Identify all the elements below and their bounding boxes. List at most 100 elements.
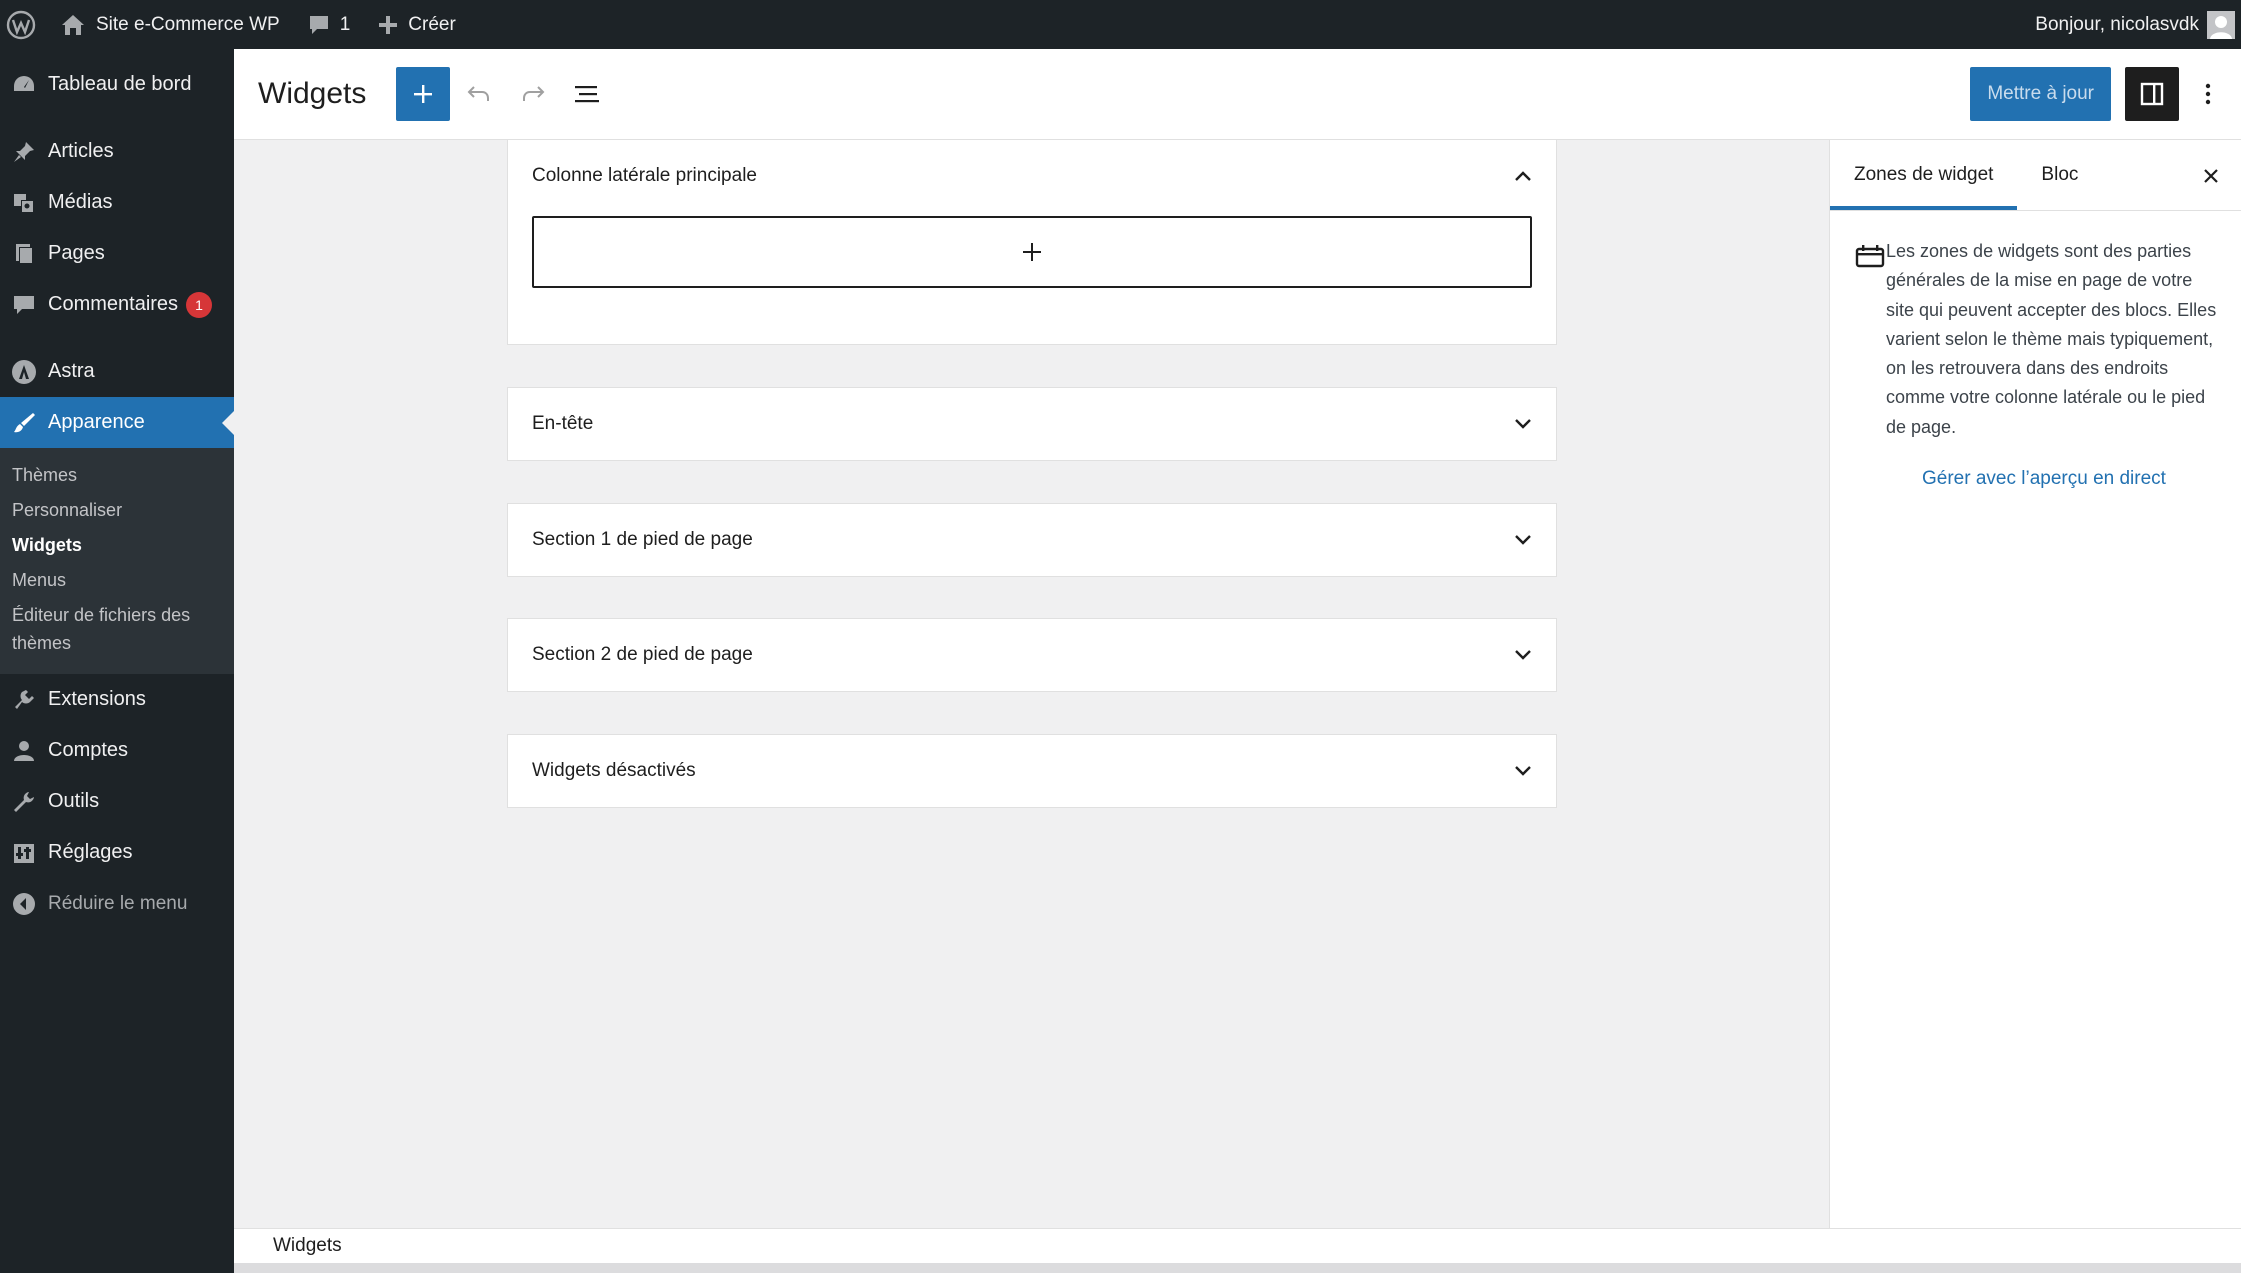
undo-icon (466, 83, 492, 105)
manage-live-preview-link[interactable]: Gérer avec l’aperçu en direct (1922, 468, 2241, 490)
widget-area-header[interactable]: Colonne latérale principale (508, 140, 1556, 212)
sidebar-panel-icon (2139, 81, 2165, 107)
wordpress-logo-icon[interactable] (0, 0, 46, 49)
editor-footer: Widgets (234, 1228, 2241, 1263)
widget-area-footer-2[interactable]: Section 2 de pied de page (507, 618, 1557, 692)
close-sidebar-button[interactable] (2191, 140, 2231, 211)
redo-icon (520, 83, 546, 105)
widget-area-title: Section 1 de pied de page (532, 529, 753, 550)
comments-badge: 1 (186, 291, 213, 318)
plus-icon (1021, 241, 1043, 263)
plus-icon (378, 15, 398, 35)
tab-widget-areas[interactable]: Zones de widget (1830, 140, 2017, 210)
admin-bar: Site e-Commerce WP 1 Créer Bonjour, nico… (0, 0, 2241, 49)
widget-area-icon (1854, 237, 1886, 442)
sidebar-item-label: Astra (48, 360, 95, 382)
sidebar-item-commentaires[interactable]: Commentaires 1 (0, 279, 234, 330)
more-options-button[interactable] (2193, 67, 2223, 121)
chevron-down-icon[interactable] (1514, 534, 1532, 546)
sidebar-item-label: Médias (48, 191, 113, 213)
redo-button[interactable] (506, 67, 560, 121)
site-name-link[interactable]: Site e-Commerce WP (46, 0, 294, 49)
site-name: Site e-Commerce WP (96, 13, 280, 35)
widget-area-header[interactable]: Section 2 de pied de page (508, 619, 1556, 691)
comments-link[interactable]: 1 (294, 0, 365, 49)
page-title: Widgets (258, 77, 367, 110)
submenu-item-menus[interactable]: Menus (0, 566, 234, 594)
wrench-icon (0, 790, 48, 814)
settings-toggle-button[interactable] (2125, 67, 2179, 121)
avatar (2207, 10, 2235, 39)
comment-icon (308, 14, 330, 36)
widget-areas-description: Les zones de widgets sont des parties gé… (1886, 241, 2217, 437)
appearance-submenu: Thèmes Personnaliser Widgets Menus Édite… (0, 448, 234, 674)
block-appender-button[interactable] (532, 216, 1532, 288)
widget-area-inactive[interactable]: Widgets désactivés (507, 734, 1557, 808)
list-view-button[interactable] (560, 67, 614, 121)
widget-area-colonne-laterale: Colonne latérale principale (507, 140, 1557, 345)
sidebar-item-astra[interactable]: Astra (0, 346, 234, 397)
chevron-up-icon[interactable] (1514, 170, 1532, 182)
brush-icon (0, 411, 48, 435)
submenu-item-widgets[interactable]: Widgets (0, 531, 234, 559)
chevron-down-icon[interactable] (1514, 649, 1532, 661)
more-vertical-icon (2205, 82, 2211, 106)
collapse-arrow-icon (0, 892, 48, 916)
comment-icon (0, 293, 48, 317)
sidebar-item-articles[interactable]: Articles (0, 126, 234, 177)
widget-area-en-tete[interactable]: En-tête (507, 387, 1557, 461)
widget-area-footer-1[interactable]: Section 1 de pied de page (507, 503, 1557, 577)
chevron-down-icon[interactable] (1514, 418, 1532, 430)
sidebar-item-label: Pages (48, 242, 105, 264)
collapse-menu-button[interactable]: Réduire le menu (0, 878, 234, 929)
sidebar-item-medias[interactable]: Médias (0, 177, 234, 228)
pin-icon (0, 140, 48, 164)
tab-block[interactable]: Bloc (2017, 140, 2102, 210)
chevron-down-icon[interactable] (1514, 765, 1532, 777)
new-content-link[interactable]: Créer (364, 0, 470, 49)
submenu-item-personnaliser[interactable]: Personnaliser (0, 496, 234, 524)
sidebar-item-dashboard[interactable]: Tableau de bord (0, 59, 234, 110)
list-view-icon (573, 83, 601, 105)
sidebar-item-reglages[interactable]: Réglages (0, 827, 234, 878)
widget-areas-canvas: Colonne latérale principale En-tête Sect… (234, 140, 1829, 1228)
undo-button[interactable] (452, 67, 506, 121)
sidebar-item-apparence[interactable]: Apparence (0, 397, 234, 448)
sidebar-item-label: Apparence (48, 411, 145, 433)
user-icon (0, 739, 48, 763)
dashboard-icon (0, 73, 48, 97)
media-icon (0, 191, 48, 215)
breadcrumb[interactable]: Widgets (273, 1235, 342, 1257)
settings-icon (0, 841, 48, 865)
widget-area-header[interactable]: Widgets désactivés (508, 735, 1556, 807)
sidebar-item-label: Réglages (48, 841, 133, 863)
plus-icon (411, 82, 435, 106)
sidebar-item-label: Comptes (48, 739, 129, 761)
widget-area-header[interactable]: Section 1 de pied de page (508, 504, 1556, 576)
submenu-item-theme-file-editor[interactable]: Éditeur de fichiers des thèmes (0, 601, 234, 657)
sidebar-item-outils[interactable]: Outils (0, 776, 234, 827)
widget-area-title: Widgets désactivés (532, 760, 696, 781)
sidebar-item-extensions[interactable]: Extensions (0, 674, 234, 725)
widget-area-header[interactable]: En-tête (508, 388, 1556, 460)
add-block-button[interactable] (396, 67, 451, 121)
widget-area-title: Section 2 de pied de page (532, 644, 753, 665)
sidebar-item-label: Tableau de bord (48, 73, 192, 95)
new-label: Créer (408, 13, 456, 35)
update-button[interactable]: Mettre à jour (1970, 67, 2111, 121)
sidebar-item-pages[interactable]: Pages (0, 228, 234, 279)
sidebar-item-comptes[interactable]: Comptes (0, 725, 234, 776)
close-icon (2202, 167, 2220, 185)
home-icon (60, 13, 86, 37)
horizontal-scrollbar[interactable] (234, 1263, 2241, 1273)
greeting: Bonjour, nicolasvdk (2035, 13, 2199, 35)
submenu-item-themes[interactable]: Thèmes (0, 461, 234, 489)
comments-count: 1 (339, 13, 351, 35)
my-account[interactable]: Bonjour, nicolasvdk (2035, 0, 2241, 49)
sidebar-item-label: Commentaires (48, 293, 179, 315)
widget-area-title: Colonne latérale principale (532, 165, 757, 186)
collapse-label: Réduire le menu (48, 892, 188, 914)
admin-sidebar: Tableau de bord Articles Médias Pages Co… (0, 49, 234, 1273)
settings-sidebar: Zones de widget Bloc Les zones de widget… (1829, 140, 2241, 1228)
sidebar-tabs: Zones de widget Bloc (1830, 140, 2241, 211)
